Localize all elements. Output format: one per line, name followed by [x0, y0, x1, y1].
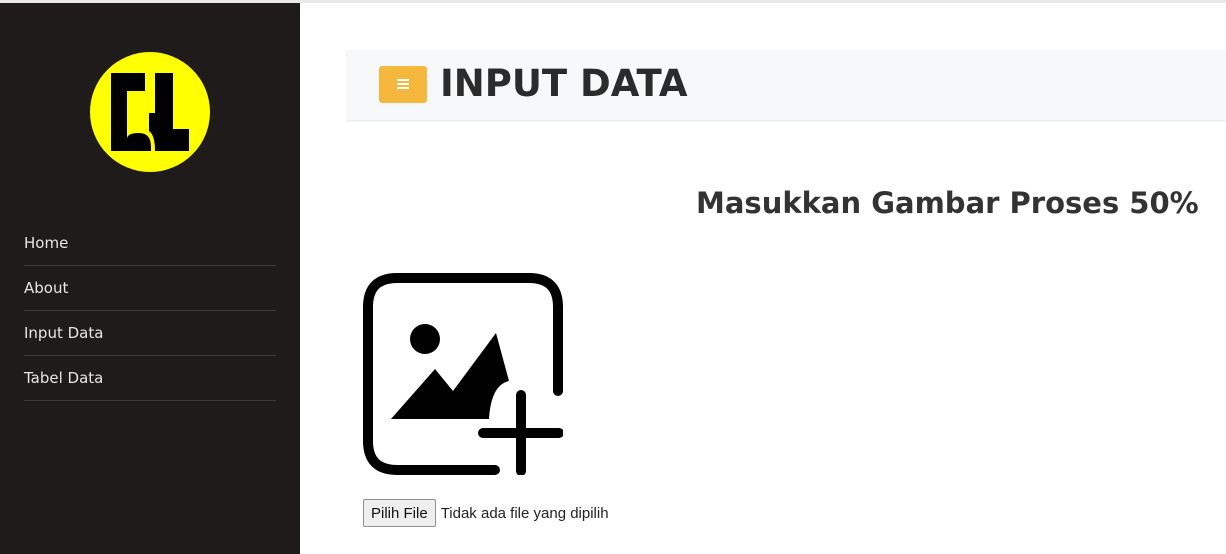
page-title: INPUT DATA — [440, 62, 688, 105]
choose-file-button[interactable]: Pilih File — [363, 499, 436, 527]
sidebar: Home About Input Data Tabel Data — [0, 3, 300, 554]
add-image-icon — [363, 273, 563, 475]
page-header: INPUT DATA — [347, 50, 1226, 120]
hamburger-icon — [397, 79, 409, 89]
file-status-text: Tidak ada file yang dipilih — [440, 504, 609, 522]
sidebar-nav: Home About Input Data Tabel Data — [24, 221, 276, 401]
file-input: Pilih File Tidak ada file yang dipilih — [363, 499, 609, 527]
sidebar-item-input-data[interactable]: Input Data — [24, 311, 276, 356]
sidebar-item-tabel-data[interactable]: Tabel Data — [24, 356, 276, 401]
sidebar-item-about[interactable]: About — [24, 266, 276, 311]
menu-toggle-button[interactable] — [379, 66, 427, 103]
pu-logo-icon — [90, 52, 210, 172]
main-content: INPUT DATA Masukkan Gambar Proses 50% Pi… — [300, 3, 1226, 554]
section-subtitle: Masukkan Gambar Proses 50% — [696, 186, 1199, 220]
sidebar-item-home[interactable]: Home — [24, 221, 276, 266]
